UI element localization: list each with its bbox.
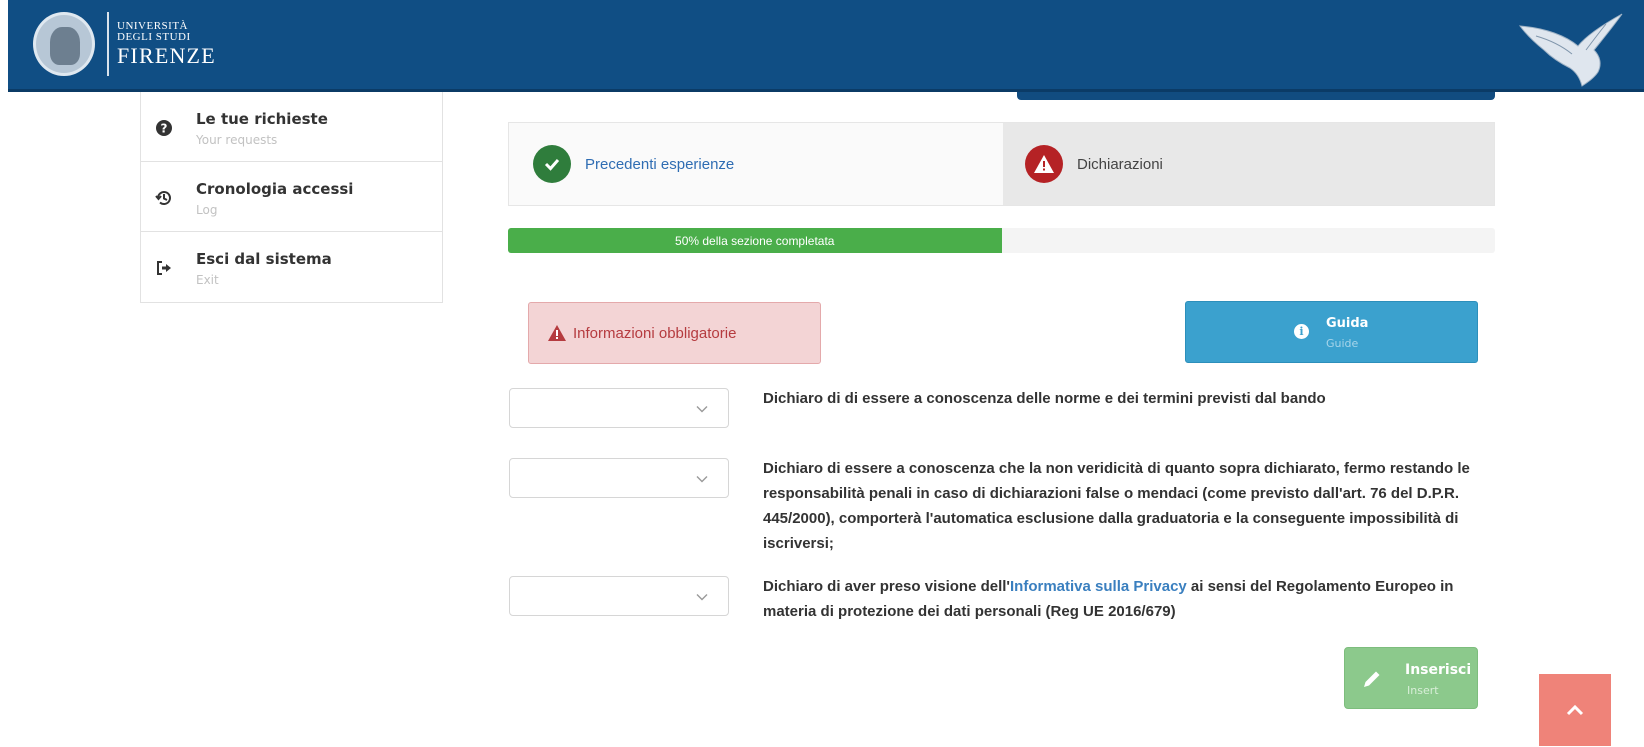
section-progress-bar: 50% della sezione completata [508,228,1495,253]
declaration-text-2: Dichiaro di essere a conoscenza che la n… [763,460,1470,552]
insert-label: Inserisci [1405,662,1472,678]
declaration-text-3: Dichiaro di aver preso visione dell'Info… [763,574,1481,624]
svg-text:?: ? [161,122,168,136]
declaration-text-1: Dichiaro di di essere a conoscenza delle… [763,390,1326,407]
declaration-select-2[interactable] [509,458,729,498]
sidebar-item-exit[interactable]: Esci dal sistema Exit [141,232,442,302]
sidebar-item-requests[interactable]: ? Le tue richieste Your requests [141,92,442,162]
info-icon: i [1294,324,1309,339]
chevron-down-icon [696,406,708,413]
insert-button[interactable]: Inserisci Insert [1344,647,1478,709]
logo-divider [107,12,109,76]
pencil-icon [1364,671,1380,687]
sidebar-item-log[interactable]: Cronologia accessi Log [141,162,442,232]
question-circle-icon: ? [156,120,172,136]
sidebar-item-title: Cronologia accessi [196,180,354,198]
chevron-down-icon [696,594,708,601]
university-seal-icon [33,12,95,76]
history-icon [155,191,171,206]
eagle-icon [1518,13,1623,87]
chevron-down-icon [696,476,708,483]
sidebar-item-subtitle: Your requests [196,133,278,147]
step-label: Dichiarazioni [1077,155,1163,173]
back-to-top-button[interactable] [1539,674,1611,746]
declaration-select-3[interactable] [509,576,729,616]
sign-out-icon [157,261,171,275]
wizard-steps: Precedenti esperienze Dichiarazioni [508,122,1495,206]
top-header: UNIVERSITÀ DEGLI STUDI FIRENZE [8,0,1644,92]
sidebar-item-subtitle: Log [196,203,218,217]
top-partial-bar [1017,92,1495,100]
sidebar-item-title: Le tue richieste [196,110,328,128]
check-icon [533,145,571,183]
step-precedenti-esperienze[interactable]: Precedenti esperienze [509,123,1003,205]
progress-fill: 50% della sezione completata [508,228,1002,253]
insert-sublabel: Insert [1407,684,1439,697]
guide-button[interactable]: i Guida Guide [1185,301,1478,363]
privacy-policy-link[interactable]: Informativa sulla Privacy [1010,578,1187,595]
logo-text: UNIVERSITÀ DEGLI STUDI FIRENZE [117,20,216,68]
progress-label: 50% della sezione completata [675,233,835,248]
required-info-label: Informazioni obbligatorie [573,324,737,342]
declaration-select-1[interactable] [509,388,729,428]
step-label: Precedenti esperienze [585,155,735,173]
guide-sublabel: Guide [1326,337,1359,350]
sidebar-item-subtitle: Exit [196,273,219,287]
sidebar-item-title: Esci dal sistema [196,250,332,268]
logo-line-3: FIRENZE [117,43,216,68]
chevron-up-icon [1566,704,1584,716]
step-dichiarazioni[interactable]: Dichiarazioni [1003,123,1494,205]
warning-icon [548,325,566,341]
required-info-alert: Informazioni obbligatorie [528,302,821,364]
guide-label: Guida [1326,316,1369,331]
sidebar-menu: ? Le tue richieste Your requests Cronolo… [140,92,443,303]
warning-icon [1025,145,1063,183]
declaration-text-3-before: Dichiaro di aver preso visione dell' [763,578,1010,595]
university-logo[interactable]: UNIVERSITÀ DEGLI STUDI FIRENZE [33,12,216,76]
